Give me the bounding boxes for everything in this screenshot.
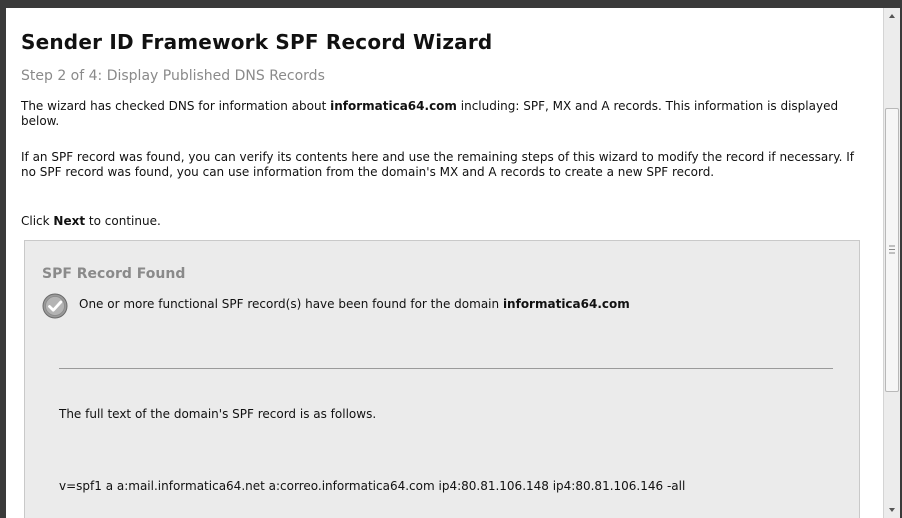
intro-domain: informatica64.com	[330, 99, 457, 113]
wizard-title: Sender ID Framework SPF Record Wizard	[21, 30, 493, 54]
spf-full-text-label: The full text of the domain's SPF record…	[59, 407, 377, 421]
spf-record-panel: SPF Record Found One or more functional …	[24, 240, 860, 518]
panel-divider	[59, 368, 833, 369]
spf-panel-title: SPF Record Found	[42, 266, 186, 282]
instruction-suffix: to continue.	[85, 214, 161, 228]
instruction-next: Next	[53, 214, 86, 228]
spf-record-text: v=spf1 a a:mail.informatica64.net a:corr…	[59, 479, 686, 493]
intro-paragraph: The wizard has checked DNS for informati…	[21, 99, 861, 129]
explanation-paragraph: If an SPF record was found, you can veri…	[21, 150, 854, 179]
found-domain: informatica64.com	[502, 297, 630, 311]
vertical-scrollbar[interactable]	[883, 8, 900, 518]
instruction-prefix: Click	[21, 214, 54, 228]
wizard-content: Sender ID Framework SPF Record Wizard St…	[6, 8, 884, 518]
step-indicator: Step 2 of 4: Display Published DNS Recor…	[21, 68, 325, 84]
check-circle-icon	[42, 293, 68, 319]
found-message-text: One or more functional SPF record(s) hav…	[79, 297, 503, 311]
scroll-down-arrow-icon[interactable]	[884, 502, 900, 518]
intro-prefix: The wizard has checked DNS for informati…	[21, 99, 331, 113]
scroll-grip-icon	[889, 245, 895, 254]
instruction-paragraph: Click Next to continue.	[21, 214, 861, 229]
spf-found-message: One or more functional SPF record(s) hav…	[79, 297, 630, 311]
wizard-window: Sender ID Framework SPF Record Wizard St…	[6, 8, 900, 518]
scrollbar-thumb[interactable]	[885, 108, 899, 392]
scroll-up-arrow-icon[interactable]	[884, 8, 900, 24]
